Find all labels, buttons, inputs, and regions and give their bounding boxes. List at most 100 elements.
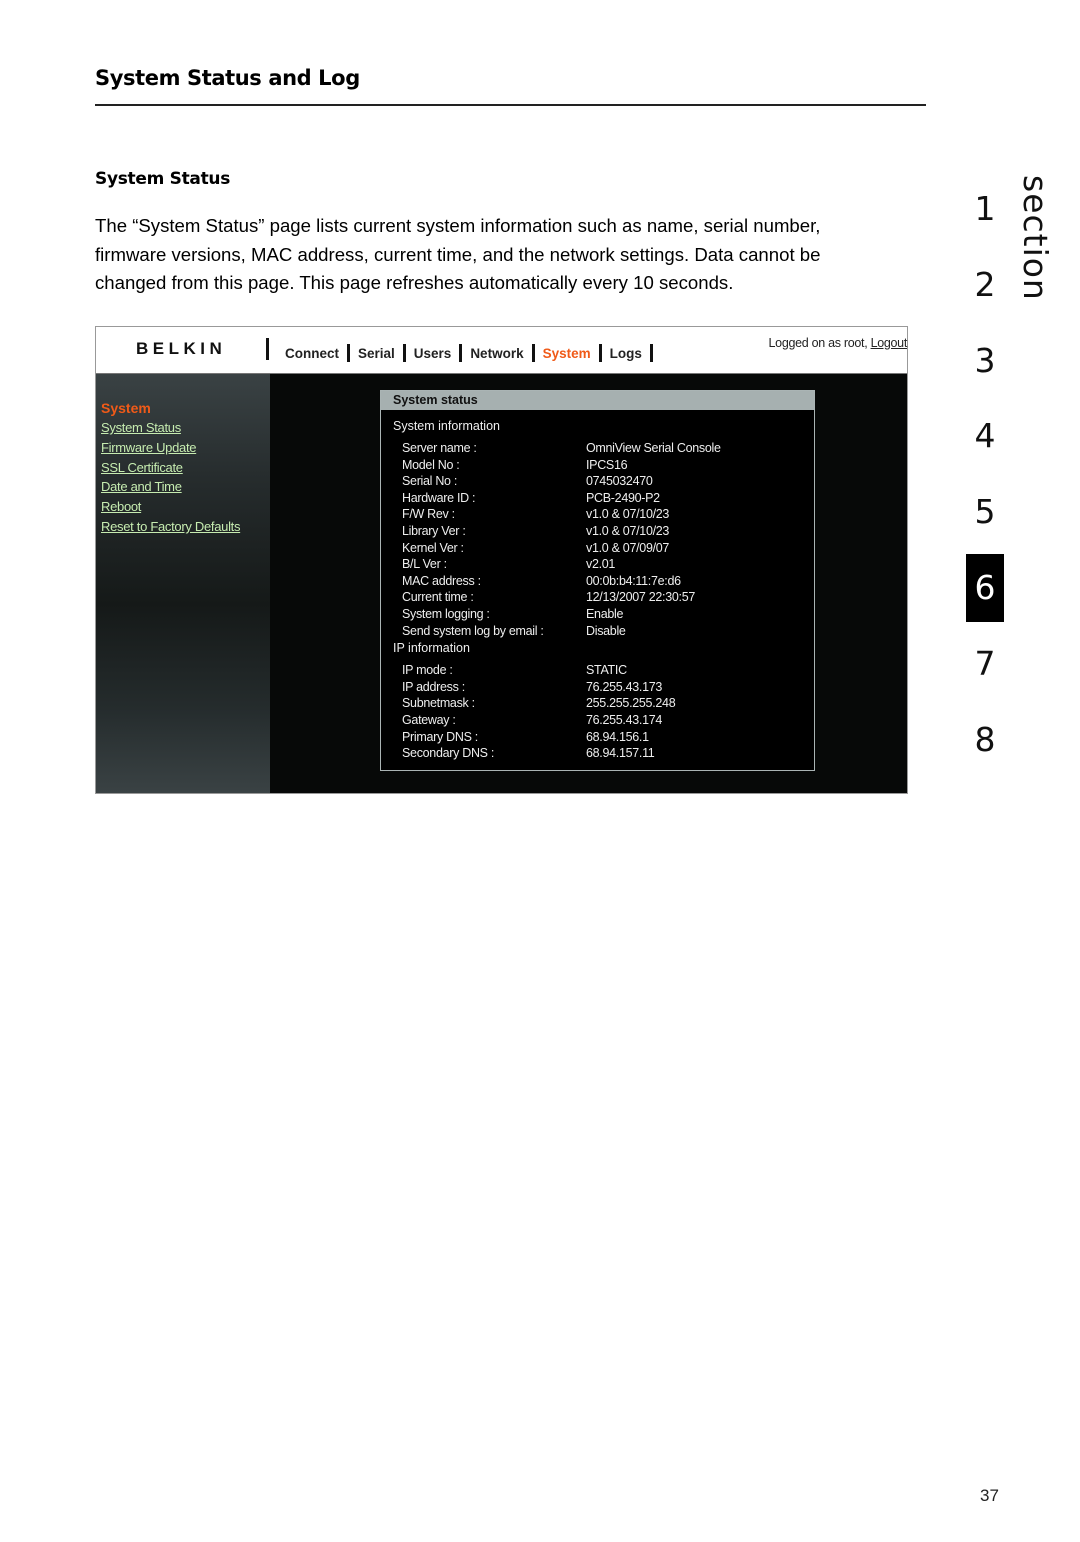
- info-row: Gateway : 76.255.43.174: [381, 713, 814, 730]
- ip-info-list: IP mode : STATIC IP address : 76.255.43.173…: [381, 663, 814, 763]
- info-row: Model No : IPCS16: [381, 458, 814, 475]
- main-nav: Connect Serial Users Network System Logs: [266, 338, 661, 364]
- ip-info-heading: IP information: [393, 641, 470, 656]
- info-row: Kernel Ver : v1.0 & 07/09/07: [381, 541, 814, 558]
- belkin-logo: BELKIN: [136, 339, 227, 358]
- system-info-heading: System information: [393, 419, 500, 433]
- sidebar-link-ssl-certificate[interactable]: SSL Certificate: [101, 460, 240, 480]
- info-label: Kernel Ver :: [402, 540, 464, 555]
- sidebar-links: System Status Firmware Update SSL Certific…: [101, 420, 240, 539]
- info-value: 76.255.43.174: [586, 712, 663, 727]
- panel-title: System status: [381, 391, 814, 410]
- info-label: IP mode :: [402, 663, 453, 678]
- nav-separator: [402, 344, 406, 362]
- info-value: STATIC: [586, 663, 627, 678]
- system-status-panel: System status System information Server …: [380, 390, 815, 771]
- info-value: v1.0 & 07/09/07: [586, 540, 670, 555]
- info-label: System logging :: [402, 606, 490, 621]
- info-label: Model No :: [402, 457, 460, 472]
- info-value: PCB-2490-P2: [586, 490, 660, 505]
- info-row: Server name : OmniView Serial Console: [381, 441, 814, 458]
- info-value: Disable: [586, 623, 626, 638]
- section-tab-3[interactable]: 3: [966, 327, 1004, 403]
- nav-tab-serial[interactable]: Serial: [358, 346, 395, 361]
- section-tab-4[interactable]: 4: [966, 402, 1004, 478]
- section-tab-7[interactable]: 7: [966, 630, 1004, 706]
- section-tabs: 123456 78: [966, 175, 1004, 781]
- info-row: B/L Ver : v2.01: [381, 557, 814, 574]
- info-row: IP address : 76.255.43.173: [381, 680, 814, 697]
- info-label: Subnetmask :: [402, 696, 475, 711]
- info-value: 68.94.157.11: [586, 746, 655, 761]
- info-value: IPCS16: [586, 457, 628, 472]
- sidebar: System System Status Firmware Update SSL C…: [96, 374, 270, 793]
- sidebar-link-reboot[interactable]: Reboot: [101, 499, 240, 519]
- info-value: 68.94.156.1: [586, 729, 649, 744]
- info-row: Hardware ID : PCB-2490-P2: [381, 491, 814, 508]
- info-value: 12/13/2007 22:30:57: [586, 590, 695, 605]
- top-bar: BELKIN Connect Serial Users Network System Lo…: [96, 327, 907, 374]
- info-label: Send system log by email :: [402, 623, 544, 638]
- info-value: 00:0b:b4:11:7e:d6: [586, 573, 681, 588]
- logout-link[interactable]: Logout: [871, 336, 908, 350]
- system-info-list: Server name : OmniView Serial Console Mode…: [381, 441, 814, 640]
- nav-separator: [649, 344, 653, 362]
- info-row: IP mode : STATIC: [381, 663, 814, 680]
- nav-separator: [459, 344, 463, 362]
- section-subtitle: System Status: [95, 169, 231, 189]
- info-row: F/W Rev : v1.0 & 07/10/23: [381, 507, 814, 524]
- sidebar-link-date-and-time[interactable]: Date and Time: [101, 479, 240, 499]
- info-label: B/L Ver :: [402, 557, 447, 572]
- info-label: Serial No :: [402, 474, 458, 489]
- nav-separator: [598, 344, 602, 362]
- info-value: v1.0 & 07/10/23: [586, 523, 670, 538]
- ui-screenshot: BELKIN Connect Serial Users Network System Lo…: [95, 326, 908, 794]
- login-text: Logged on as root,: [768, 336, 871, 350]
- login-status: Logged on as root, Logout: [768, 336, 908, 350]
- info-value: v1.0 & 07/10/23: [586, 507, 670, 522]
- sidebar-link-system-status[interactable]: System Status: [101, 420, 240, 440]
- nav-separator: [347, 344, 350, 362]
- info-row: Subnetmask : 255.255.255.248: [381, 696, 814, 713]
- nav-tab-network[interactable]: Network: [470, 346, 523, 361]
- nav-tab-users[interactable]: Users: [414, 346, 452, 361]
- sidebar-link-firmware-update[interactable]: Firmware Update: [101, 440, 240, 460]
- info-label: Server name :: [402, 441, 477, 455]
- nav-tab-system[interactable]: System: [543, 346, 591, 361]
- nav-separator: [266, 338, 269, 360]
- info-row: Send system log by email : Disable: [381, 624, 814, 641]
- info-label: Current time :: [402, 590, 474, 605]
- section-label: section: [1016, 175, 1055, 301]
- info-value: 255.255.255.248: [586, 696, 676, 711]
- info-label: Hardware ID :: [402, 490, 476, 505]
- nav-separator: [531, 344, 535, 362]
- nav-tab-connect[interactable]: Connect: [285, 346, 339, 361]
- info-row: Current time : 12/13/2007 22:30:57: [381, 590, 814, 607]
- title-divider: [95, 104, 926, 106]
- section-tab-6[interactable]: 6: [966, 553, 1004, 622]
- section-tab-2[interactable]: 2: [966, 251, 1004, 327]
- info-label: Library Ver :: [402, 523, 466, 538]
- sidebar-link-reset-to-factory-defaults[interactable]: Reset to Factory Defaults: [101, 519, 240, 539]
- section-tab-1[interactable]: 1: [966, 175, 1004, 251]
- info-label: Primary DNS :: [402, 729, 478, 744]
- sidebar-heading: System: [101, 400, 151, 416]
- info-row: System logging : Enable: [381, 607, 814, 624]
- info-value: v2.01: [586, 557, 616, 572]
- info-label: MAC address :: [402, 573, 481, 588]
- info-row: MAC address : 00:0b:b4:11:7e:d6: [381, 574, 814, 591]
- info-row: Secondary DNS : 68.94.157.11: [381, 746, 814, 763]
- info-row: Library Ver : v1.0 & 07/10/23: [381, 524, 814, 541]
- info-value: OmniView Serial Console: [586, 441, 721, 455]
- info-label: Gateway :: [402, 712, 456, 727]
- info-value: 76.255.43.173: [586, 679, 663, 694]
- info-value: Enable: [586, 606, 624, 621]
- section-tab-8[interactable]: 8: [966, 706, 1004, 782]
- body-paragraph: The “System Status” page lists current s…: [95, 215, 821, 293]
- info-row: Serial No : 0745032470: [381, 474, 814, 491]
- info-label: IP address :: [402, 679, 465, 694]
- info-label: F/W Rev :: [402, 507, 455, 522]
- nav-tab-logs[interactable]: Logs: [610, 346, 642, 361]
- info-row: Primary DNS : 68.94.156.1: [381, 730, 814, 747]
- section-tab-5[interactable]: 5: [966, 478, 1004, 554]
